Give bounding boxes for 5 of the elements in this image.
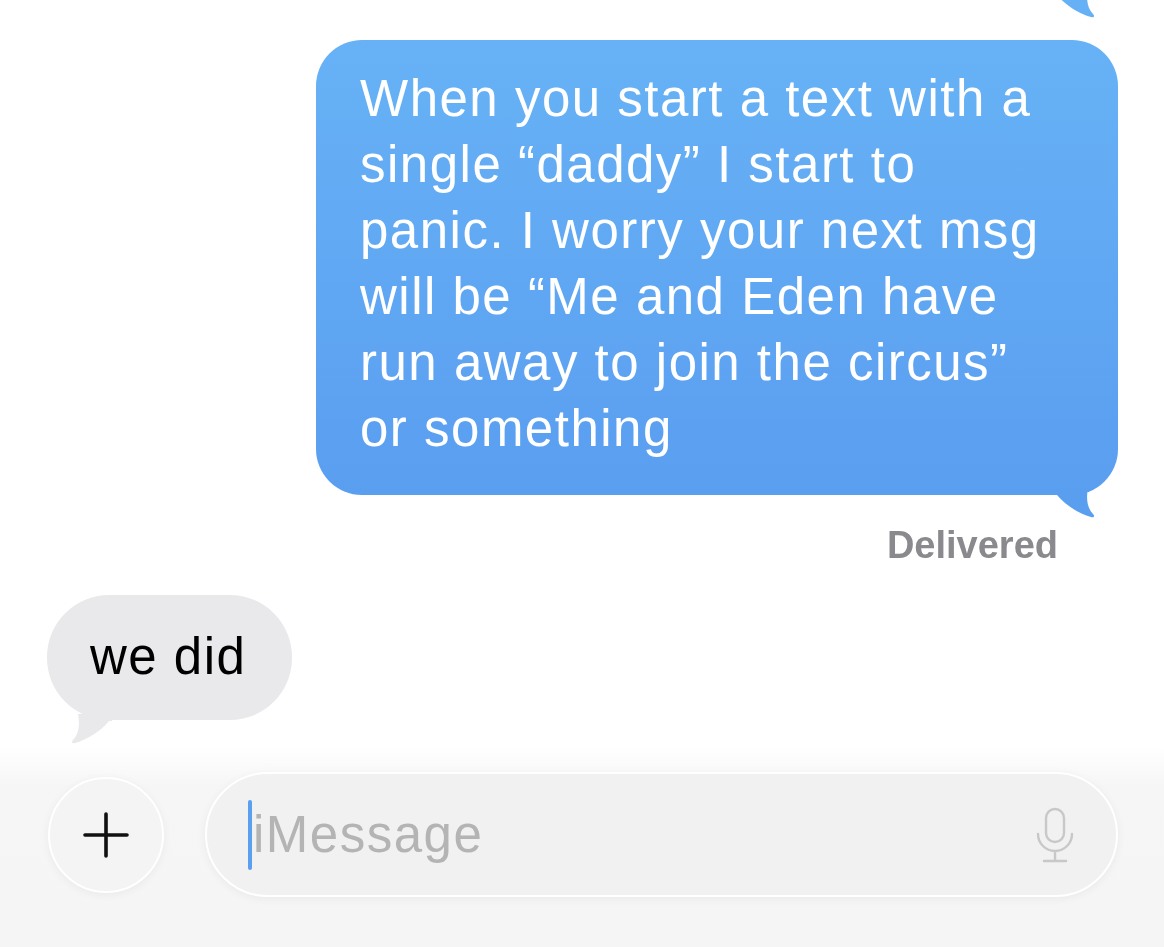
plus-icon bbox=[83, 811, 129, 858]
delivery-status: Delivered bbox=[886, 523, 1058, 568]
message-text: When you start a text with a single “daddy” I start to panic. I worry your next msg will be “Me and Eden have run away to join the circus” or something bbox=[360, 69, 1041, 459]
message-text: we did bbox=[90, 627, 247, 687]
message-field[interactable]: iMessage bbox=[205, 772, 1118, 897]
